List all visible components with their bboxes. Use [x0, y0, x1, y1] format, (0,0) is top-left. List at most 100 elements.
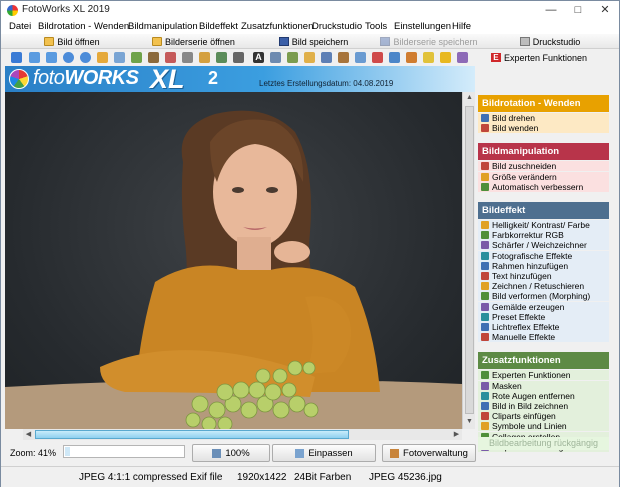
pen-icon[interactable] [270, 52, 281, 63]
scroll-left-icon[interactable]: ◀ [23, 429, 34, 440]
panel-item-bildmanipulation[interactable]: Automatisch verbessern [478, 181, 609, 192]
function-icon [481, 162, 489, 171]
scroll-thumb[interactable] [35, 430, 349, 439]
landscape-icon[interactable] [216, 52, 227, 63]
zoom-slider[interactable] [63, 445, 185, 458]
section-header-bildrotation: Bildrotation - Wenden [478, 95, 609, 112]
save-series-button[interactable]: Bilderserie speichern [379, 35, 479, 48]
panel-item-zusatzfunktionen[interactable]: Cliparts einfügen [478, 411, 609, 422]
menu-bildeffekt[interactable]: Bildeffekt [199, 21, 238, 32]
panel-item-bildmanipulation[interactable]: Bild zuschneiden [478, 161, 609, 172]
panel-item-label: Fotografische Effekte [492, 250, 573, 261]
palette-icon[interactable] [406, 52, 417, 63]
star-icon[interactable] [440, 52, 451, 63]
panel-item-bildeffekt[interactable]: Lichtreflex Effekte [478, 322, 609, 332]
status-bar: JPEG 4:1:1 compressed Exif file 1920x142… [1, 466, 619, 487]
panel-item-zusatzfunktionen[interactable]: Masken [478, 380, 609, 391]
panel-item-label: Symbole und Linien [492, 421, 567, 432]
print-studio-button[interactable]: Druckstudio [519, 35, 581, 48]
collage-icon[interactable] [457, 52, 468, 63]
window-title: FotoWorks XL 2019 [22, 4, 110, 15]
scroll-down-icon[interactable]: ▼ [463, 416, 476, 428]
text-tool-icon[interactable]: A [253, 52, 264, 63]
rotate-right-icon[interactable] [80, 52, 91, 63]
panel-item-bildrotation[interactable]: Bild drehen [478, 113, 609, 123]
panel-item-bildeffekt[interactable]: Preset Effekte [478, 311, 609, 322]
panel-item-label: Text hinzufügen [492, 271, 552, 281]
panel-item-bildeffekt[interactable]: Zeichnen / Retuschieren [478, 281, 609, 292]
panel-item-bildeffekt[interactable]: Gemälde erzeugen [478, 301, 609, 312]
redeye-icon[interactable] [372, 52, 383, 63]
scroll-thumb[interactable] [465, 106, 474, 414]
open-series-button[interactable]: Bilderserie öffnen [151, 35, 236, 48]
image-vertical-scrollbar[interactable]: ▲ ▼ [462, 92, 475, 429]
filter-icon[interactable] [233, 52, 244, 63]
panel-item-bildeffekt[interactable]: Manuelle Effekte [478, 332, 609, 343]
stamp-icon[interactable] [321, 52, 332, 63]
menu-einstellungen[interactable]: Einstellungen [394, 21, 451, 32]
resize-icon[interactable] [165, 52, 176, 63]
panel-item-bildeffekt[interactable]: Fotografische Effekte [478, 250, 609, 261]
expert-badge-icon: E [490, 53, 501, 62]
panel-item-bildrotation[interactable]: Bild wenden [478, 123, 609, 134]
undo-button[interactable]: Bildbearbeitung rückgängig [478, 437, 609, 450]
logo-wordmark: fotoWORKS [33, 67, 139, 89]
function-icon [481, 381, 489, 390]
flip-icon[interactable] [97, 52, 108, 63]
panel-item-bildeffekt[interactable]: Bild verformen (Morphing) [478, 291, 609, 302]
save-image-button[interactable]: Bild speichern [276, 35, 351, 48]
save-image-label: Bild speichern [291, 36, 349, 47]
menu-tools[interactable]: Tools [365, 21, 387, 32]
crop-icon[interactable] [148, 52, 159, 63]
image-canvas[interactable] [5, 92, 462, 429]
panel-item-bildeffekt[interactable]: Farbkorrektur RGB [478, 230, 609, 241]
portrait-photo [5, 110, 462, 429]
menu-hilfe[interactable]: Hilfe [452, 21, 471, 32]
panel-item-bildmanipulation[interactable]: Größe verändern [478, 171, 609, 182]
zoom-in-icon[interactable] [29, 52, 40, 63]
fit-button[interactable]: Einpassen [272, 444, 376, 462]
close-icon[interactable]: ✕ [591, 1, 619, 20]
print-studio-label: Druckstudio [532, 36, 581, 47]
minimize-icon[interactable]: — [537, 1, 565, 20]
expert-functions-button[interactable]: E Experten Funktionen [489, 51, 589, 64]
panel-item-label: Farbkorrektur RGB [492, 230, 564, 241]
panel-item-bildeffekt[interactable]: Text hinzufügen [478, 271, 609, 281]
effect-icon[interactable] [423, 52, 434, 63]
menu-datei[interactable]: Datei [9, 21, 31, 32]
panel-scrollbar[interactable] [611, 95, 617, 455]
panel-item-bildeffekt[interactable]: Rahmen hinzufügen [478, 260, 609, 271]
grid-icon[interactable] [182, 52, 193, 63]
photo-manager-button[interactable]: Fotoverwaltung [382, 444, 476, 462]
menu-zusatzfunktionen[interactable]: Zusatzfunktionen [241, 21, 313, 32]
open-image-button[interactable]: Bild öffnen [41, 35, 103, 48]
zoom-out-icon[interactable] [46, 52, 57, 63]
panel-item-zusatzfunktionen[interactable]: Rote Augen entfernen [478, 390, 609, 401]
maximize-icon[interactable]: □ [564, 1, 592, 20]
mask-icon[interactable] [389, 52, 400, 63]
panel-item-bildeffekt[interactable]: Schärfer / Weichzeichner [478, 240, 609, 251]
panel-item-zusatzfunktionen[interactable]: Experten Funktionen [478, 370, 609, 381]
pencil-icon[interactable] [304, 52, 315, 63]
clipart-icon[interactable] [355, 52, 366, 63]
zoom-100-button[interactable]: 100% [192, 444, 270, 462]
paste-icon[interactable] [131, 52, 142, 63]
panel-item-bildeffekt[interactable]: Helligkeit/ Kontrast/ Farbe [478, 220, 609, 230]
panel-item-zusatzfunktionen[interactable]: Bild in Bild zeichnen [478, 401, 609, 411]
menu-bildmanipulation[interactable]: Bildmanipulation [128, 21, 198, 32]
scroll-up-icon[interactable]: ▲ [463, 92, 476, 104]
menu-druckstudio[interactable]: Druckstudio [312, 21, 362, 32]
panel-item-label: Schärfer / Weichzeichner [492, 240, 587, 251]
function-icon [481, 312, 489, 321]
scroll-right-icon[interactable]: ▶ [451, 429, 462, 440]
frame-icon[interactable] [338, 52, 349, 63]
image-horizontal-scrollbar[interactable]: ◀ ▶ [23, 429, 462, 440]
brush-icon[interactable] [287, 52, 298, 63]
move-icon[interactable] [11, 52, 22, 63]
floppy-disk-icon [278, 37, 289, 46]
brightness-icon[interactable] [199, 52, 210, 63]
rotate-left-icon[interactable] [63, 52, 74, 63]
panel-item-zusatzfunktionen[interactable]: Symbole und Linien [478, 421, 609, 432]
copy-icon[interactable] [114, 52, 125, 63]
menu-bildrotation[interactable]: Bildrotation - Wenden [38, 21, 129, 32]
